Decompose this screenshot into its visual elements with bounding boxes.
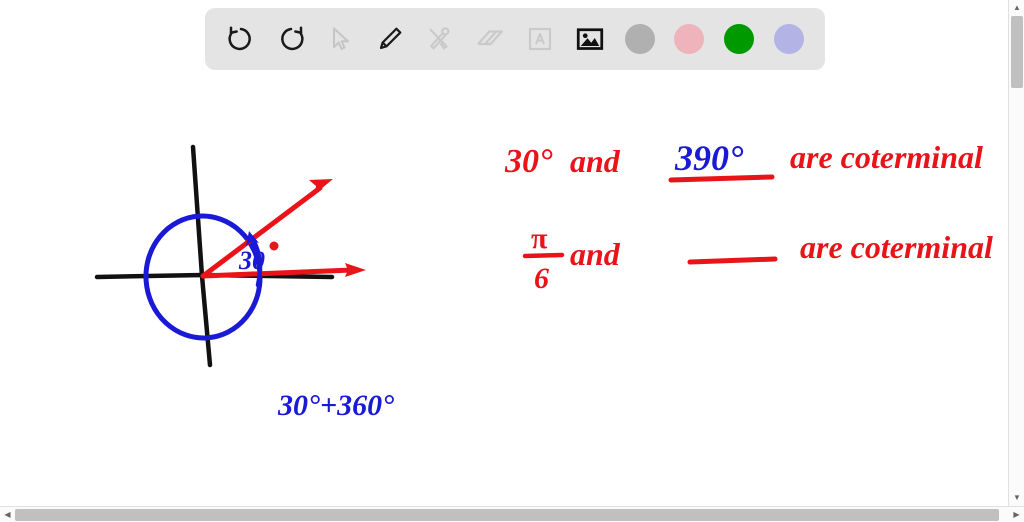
line2-fraction-denominator: 6 [534, 262, 549, 295]
whiteboard-app: 30 30°+360° 30° and 390° are coterminal … [0, 0, 1024, 522]
initial-ray-arrowhead [345, 263, 366, 277]
scroll-down-arrow-icon[interactable]: ▼ [1009, 490, 1024, 506]
pen-icon [376, 25, 404, 53]
line1-predicate: are coterminal [790, 139, 983, 175]
annotation-line-2: π 6 and are coterminal [522, 222, 993, 295]
annotation-line-1: 30° and 390° are coterminal [504, 138, 983, 183]
bottom-note-text: 30°+360° [277, 389, 394, 422]
color-swatch-purple-icon [773, 24, 804, 54]
line2-conjunction: and [570, 236, 621, 272]
drawing-toolbar [205, 8, 825, 70]
text-icon [525, 24, 555, 54]
line2-predicate: are coterminal [800, 229, 993, 265]
image-tool-button[interactable] [568, 17, 612, 61]
shapes-icon [426, 25, 454, 53]
eraser-tool-button[interactable] [468, 17, 512, 61]
angle-label-value: 30 [238, 246, 265, 275]
shapes-tool-button[interactable] [418, 17, 462, 61]
horizontal-scrollbar[interactable]: ◀ ▶ [0, 506, 1024, 522]
redo-icon [276, 24, 306, 54]
line1-blank-answer[interactable]: 390° [674, 138, 744, 178]
color-swatch-purple-button[interactable] [767, 17, 811, 61]
color-swatch-pink-icon [674, 24, 705, 54]
color-swatch-green-icon [724, 24, 755, 54]
coterminal-angle-diagram: 30 [94, 144, 366, 368]
line1-blank-underline [668, 174, 775, 183]
redo-button[interactable] [269, 17, 313, 61]
color-swatch-green-button[interactable] [717, 17, 761, 61]
cursor-icon [327, 25, 355, 53]
text-tool-button[interactable] [518, 17, 562, 61]
line2-fraction-bar [522, 252, 565, 259]
select-tool-button[interactable] [319, 17, 363, 61]
vertical-scroll-thumb[interactable] [1011, 16, 1023, 88]
line2-fraction-numerator: π [531, 222, 548, 255]
scroll-right-arrow-icon[interactable]: ▶ [1009, 507, 1024, 522]
y-axis [190, 144, 213, 368]
horizontal-scroll-thumb[interactable] [15, 509, 999, 521]
line1-angle-degrees: 30° [504, 143, 553, 180]
scroll-left-arrow-icon[interactable]: ◀ [0, 507, 15, 522]
color-swatch-pink-button[interactable] [667, 17, 711, 61]
undo-icon [226, 24, 256, 54]
color-swatch-gray-icon [624, 24, 655, 54]
undo-button[interactable] [219, 17, 263, 61]
angle-label-degree-symbol [269, 241, 279, 251]
line1-conjunction: and [570, 143, 621, 179]
drawing-canvas[interactable]: 30 30°+360° 30° and 390° are coterminal … [0, 0, 1008, 490]
vertical-scrollbar[interactable]: ▲ ▼ [1008, 0, 1024, 506]
line2-blank-underline[interactable] [687, 256, 778, 265]
image-icon [575, 24, 605, 54]
eraser-icon [475, 24, 505, 54]
scroll-up-arrow-icon[interactable]: ▲ [1009, 0, 1024, 16]
pen-tool-button[interactable] [368, 17, 412, 61]
color-swatch-gray-button[interactable] [618, 17, 662, 61]
